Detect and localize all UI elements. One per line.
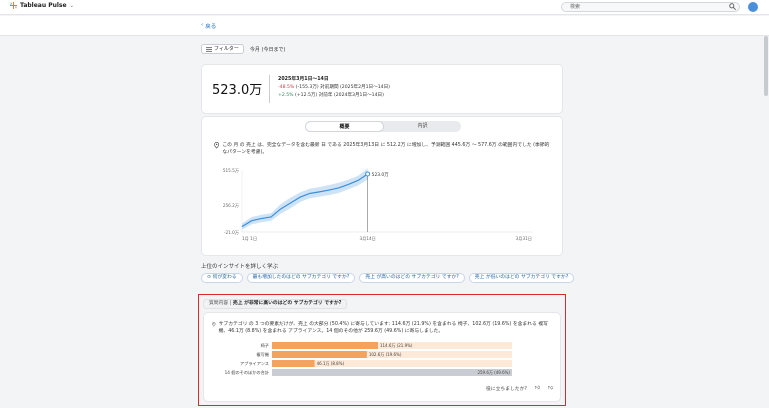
y-tick-label: -21.0万 — [224, 230, 239, 236]
bar — [272, 342, 378, 349]
bar-value-label: 114.6万 (21.9%) — [380, 343, 413, 348]
filter-label: フィルター — [214, 46, 239, 52]
chip-low-sales[interactable]: 売上 が低いのはどの サブカテゴリ ですか? — [468, 273, 575, 283]
chip-most-increased[interactable]: 最も増加したのはどの サブカテゴリ ですか? — [246, 273, 356, 283]
filter-button[interactable]: フィルター — [201, 44, 244, 54]
answer-card: サブカテゴリ の 3 つの要素だけが、売上 の大部分 (50.4%) に寄与して… — [203, 312, 561, 402]
scrollbar[interactable] — [764, 36, 768, 96]
question-text: 売上 が非常に高いのはどの サブカテゴリ ですか? — [232, 301, 342, 306]
metric-value: 523.0万 — [212, 83, 263, 98]
bar-value-label: 46.1万 (8.8%) — [317, 361, 345, 366]
tab-detail[interactable]: 内訳 — [384, 121, 461, 132]
trend-insight: この 月 の 売上 は、完全なデータを含む最新 日 である 2025年3月13日… — [214, 142, 554, 156]
sub-header: ‹ 戻る — [0, 16, 769, 36]
latest-point — [365, 171, 371, 177]
feedback-question: 役に立ちましたか? — [486, 387, 527, 392]
y-tick-label: 256.2万 — [223, 203, 239, 209]
subcategory-bar-chart: 椅子 114.6万 (21.9%) 複写機 102.6万 (19.6%) アプライアンス… — [225, 342, 512, 376]
back-label: 戻る — [205, 24, 217, 30]
location-pin-icon — [214, 142, 220, 149]
learn-more-title: 上位のインサイトを詳しく学ぶ — [201, 264, 279, 270]
prior-text: (-155.3万) 対前期間 (2025年2月1日〜14日) — [295, 85, 390, 90]
view-toggle: 概要 内訳 — [305, 121, 461, 132]
question-prefix: 質問内容 — [209, 301, 229, 306]
metric-card: 523.0万 2025年3月1日〜14日 -48.5% (-155.3万) 対前… — [201, 64, 563, 114]
trend-card: 概要 内訳 この 月 の 売上 は、完全なデータを含む最新 日 である 2025… — [201, 116, 563, 256]
chip-what-changed[interactable]: ⊙ 何が変わる — [201, 273, 243, 283]
question-separator: | — [229, 301, 232, 306]
chevron-left-icon: ‹ — [201, 22, 204, 28]
y-tick-label: 515.5万 — [223, 168, 239, 174]
yoy-change: +2.5% — [278, 93, 294, 98]
divider — [269, 75, 270, 103]
forecast-band — [242, 168, 368, 230]
x-tick-label: 3月31日 — [516, 236, 532, 242]
prior-period-comparison: -48.5% (-155.3万) 対前期間 (2025年2月1日〜14日) — [278, 84, 390, 90]
answer-insight: サブカテゴリ の 3 つの要素だけが、売上 の大部分 (50.4%) に寄与して… — [212, 321, 552, 335]
bar-value-label: 259.6万 (49.6%) — [477, 370, 510, 375]
tab-summary[interactable]: 概要 — [305, 121, 384, 132]
bar-label: 14 個のそのほかの合計 — [225, 369, 269, 376]
chip-high-sales[interactable]: 売上 が高いのはどの サブカテゴリ ですか? — [359, 273, 465, 283]
chevron-down-icon[interactable]: ⌄ — [70, 3, 74, 9]
x-tick-label: 1月 1日 — [242, 236, 257, 242]
bar-label: アプライアンス — [240, 361, 269, 367]
location-pin-icon — [212, 322, 216, 327]
back-link[interactable]: ‹ 戻る — [201, 22, 216, 30]
x-tick-label: 3月14日 — [359, 236, 375, 242]
chip-label: 何が変わる — [212, 275, 237, 280]
avatar[interactable] — [748, 2, 758, 12]
thumbs-up-icon[interactable]: 👍︎ — [535, 386, 540, 391]
bar-label: 椅子 — [261, 342, 269, 348]
bar — [272, 369, 512, 376]
answer-text: サブカテゴリ の 3 つの要素だけが、売上 の大部分 (50.4%) に寄与して… — [218, 322, 548, 334]
top-bar: Tableau Pulse ⌄ 検索 — [0, 0, 769, 15]
bar-label: 複写機 — [256, 351, 269, 358]
search-placeholder: 検索 — [570, 4, 581, 10]
bar — [272, 351, 367, 358]
date-range-title: 2025年3月1日〜14日 — [278, 77, 329, 82]
app-brand[interactable]: Tableau Pulse ⌄ — [10, 2, 74, 9]
tableau-logo-icon — [10, 2, 17, 9]
search-icon[interactable] — [729, 3, 736, 10]
bar-value-label: 102.6万 (19.6%) — [369, 352, 402, 357]
trend-insight-text: この 月 の 売上 は、完全なデータを含む最新 日 である 2025年3月13日… — [222, 143, 550, 155]
prior-change: -48.5% — [278, 85, 295, 90]
question-tag: 質問内容 | 売上 が非常に高いのはどの サブカテゴリ ですか? — [203, 299, 348, 309]
thumbs-down-icon[interactable]: 👎︎ — [548, 386, 553, 391]
filter-icon — [206, 46, 212, 52]
filter-bar: フィルター 今月 (今日まで) — [201, 44, 285, 54]
yoy-text: (+12.5万) 対前年 (2024年3月1日〜14日) — [295, 93, 384, 98]
search-input[interactable]: 検索 — [561, 2, 740, 12]
feedback-row: 役に立ちましたか? 👍︎ 👎︎ — [486, 385, 553, 392]
sparkle-icon: ⊙ — [207, 275, 212, 280]
bar — [272, 360, 315, 367]
prior-year-comparison: +2.5% (+12.5万) 対前年 (2024年3月1日〜14日) — [278, 92, 384, 98]
latest-value-label: 523.0万 — [372, 172, 390, 178]
learn-more-chips: ⊙ 何が変わる 最も増加したのはどの サブカテゴリ ですか? 売上 が高いのはど… — [201, 273, 575, 283]
period-label[interactable]: 今月 (今日まで) — [250, 46, 286, 53]
app-name: Tableau Pulse — [20, 2, 67, 9]
trend-chart: -21.0万 256.2万 515.5万 1月 1日 3月14日 3月31日 523.0万 — [223, 168, 532, 242]
